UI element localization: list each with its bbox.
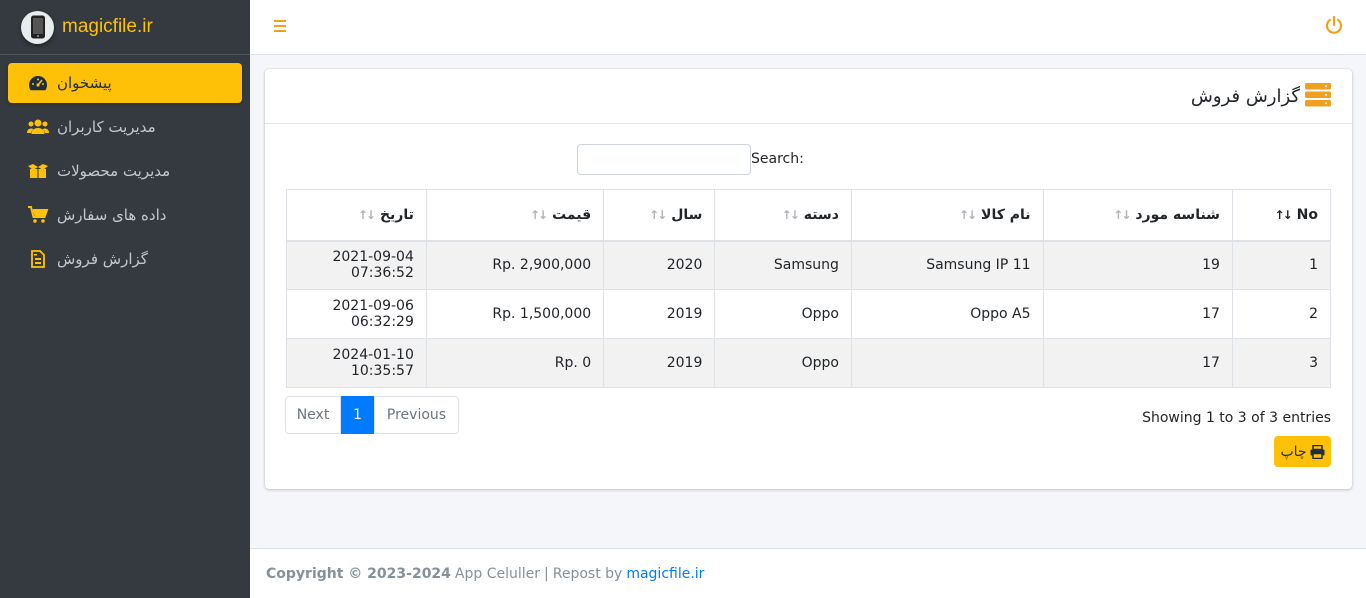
search-input[interactable] <box>577 144 751 175</box>
cell-date: 2024-01-10 10:35:57 <box>286 338 427 388</box>
th-date[interactable]: ↑↓ تاریخ <box>286 189 427 242</box>
header-label: سال <box>671 206 703 223</box>
shopping-cart-icon <box>27 206 49 224</box>
cell-price: Rp. 1,500,000 <box>425 289 605 339</box>
cell-product-name: Oppo A5 <box>850 289 1044 339</box>
header-label: دسته <box>803 206 839 223</box>
next-page-button[interactable]: Next <box>285 396 341 434</box>
power-off-icon[interactable] <box>1324 15 1344 35</box>
sidebar-item-dashboard[interactable]: پیشخوان <box>8 63 242 103</box>
footer-app-name: App Celuller <box>454 565 541 582</box>
cell-year: 2019 <box>603 289 716 339</box>
page-title: گزارش فروش <box>1190 86 1300 107</box>
cell-item-id: 17 <box>1042 338 1233 388</box>
table-row: 2021-09-04 07:36:52 Rp. 2,900,000 2020 S… <box>286 240 1332 290</box>
header-label: No <box>1296 206 1318 223</box>
cell-price: Rp. 2,900,000 <box>425 240 605 290</box>
table-info: Showing 1 to 3 of 3 entries <box>1142 410 1331 426</box>
brand-name: magicfile.ir <box>62 16 153 37</box>
cell-no: 1 <box>1231 240 1332 290</box>
header-label: شناسه مورد <box>1135 206 1220 223</box>
sidebar-item-orders[interactable]: داده های سفارش <box>8 195 242 235</box>
users-icon <box>27 118 49 136</box>
footer-separator: | <box>544 565 549 582</box>
footer-repost: Repost by <box>552 565 623 582</box>
th-item-id[interactable]: ↑↓ شناسه مورد <box>1042 189 1233 242</box>
header-label: تاریخ <box>379 206 414 223</box>
sort-asc-icon: ↑↓ <box>1274 207 1293 222</box>
search-label: Search: <box>751 151 804 167</box>
sidebar-item-products[interactable]: مدیریت محصولات <box>8 151 242 191</box>
table-row: 2021-09-06 06:32:29 Rp. 1,500,000 2019 O… <box>286 289 1332 339</box>
cell-category: Oppo <box>714 289 852 339</box>
sidebar-item-label: گزارش فروش <box>57 250 148 268</box>
cell-category: Oppo <box>714 338 852 388</box>
header-label: نام کالا <box>981 206 1031 223</box>
table-header-row: ↑↓ تاریخ ↑↓ قیمت ↑↓ سال ↑↓ دسته ↑↓ نام کالا ↑… <box>286 189 1332 242</box>
cell-year: 2019 <box>603 338 716 388</box>
footer-copyright: Copyright © 2023-2024 <box>266 565 451 582</box>
cell-item-id: 19 <box>1042 240 1233 290</box>
th-no[interactable]: ↑↓ No <box>1231 189 1332 242</box>
previous-page-button[interactable]: Previous <box>374 396 459 434</box>
pagination: Next 1 Previous <box>285 396 459 434</box>
cell-category: Samsung <box>714 240 852 290</box>
th-price[interactable]: ↑↓ قیمت <box>425 189 605 242</box>
sidebar-item-label: مدیریت کاربران <box>57 118 156 136</box>
sort-icon: ↑↓ <box>357 207 376 222</box>
cell-product-name: Samsung IP 11 <box>850 240 1044 290</box>
cell-no: 3 <box>1231 338 1332 388</box>
file-invoice-icon <box>27 250 49 268</box>
sidebar-nav: پیشخوان مدیریت کاربران مدیریت محصولات دا… <box>0 55 250 279</box>
header-label: قیمت <box>552 206 592 223</box>
cell-year: 2020 <box>603 240 716 290</box>
top-navbar <box>250 0 1366 55</box>
sidebar: magicfile.ir پیشخوان مدیریت کاربران مدیر… <box>0 0 250 598</box>
footer-link[interactable]: magicfile.ir <box>626 566 704 582</box>
print-label: چاپ <box>1280 443 1307 460</box>
sidebar-item-sales-report[interactable]: گزارش فروش <box>8 239 242 279</box>
footer: Copyright © 2023-2024 App Celuller | Rep… <box>250 548 1366 598</box>
sort-icon: ↑↓ <box>529 207 548 222</box>
sort-icon: ↑↓ <box>1113 207 1131 222</box>
cell-date: 2021-09-04 07:36:52 <box>286 240 427 290</box>
print-button[interactable]: چاپ <box>1274 436 1331 467</box>
sidebar-item-users[interactable]: مدیریت کاربران <box>8 107 242 147</box>
cell-price: Rp. 0 <box>425 338 605 388</box>
cell-item-id: 17 <box>1042 289 1233 339</box>
phone-logo-icon <box>21 10 54 44</box>
sidebar-item-label: مدیریت محصولات <box>57 162 171 180</box>
card-header: گزارش فروش <box>265 69 1352 124</box>
sort-icon: ↑↓ <box>958 207 977 222</box>
box-open-icon <box>27 162 49 180</box>
sort-icon: ↑↓ <box>781 207 800 222</box>
th-product-name[interactable]: ↑↓ نام کالا <box>850 189 1044 242</box>
sidebar-item-label: پیشخوان <box>57 74 112 92</box>
cell-date: 2021-09-06 06:32:29 <box>286 289 427 339</box>
cell-no: 2 <box>1231 289 1332 339</box>
sales-report-card: گزارش فروش Search: ↑↓ تاریخ ↑↓ قیمت ↑↓ سال … <box>265 69 1352 489</box>
th-year[interactable]: ↑↓ سال <box>603 189 716 242</box>
server-icon <box>1305 83 1331 107</box>
bars-icon[interactable] <box>272 17 290 35</box>
sort-icon: ↑↓ <box>649 207 667 222</box>
cell-product-name <box>850 338 1044 388</box>
search-group: Search: <box>577 144 804 175</box>
th-category[interactable]: ↑↓ دسته <box>714 189 852 242</box>
page-1-button[interactable]: 1 <box>341 396 374 434</box>
tachometer-icon <box>27 74 49 92</box>
sales-table: ↑↓ تاریخ ↑↓ قیمت ↑↓ سال ↑↓ دسته ↑↓ نام کالا ↑… <box>286 189 1332 388</box>
brand[interactable]: magicfile.ir <box>0 0 250 55</box>
sidebar-item-label: داده های سفارش <box>57 206 167 224</box>
print-icon <box>1310 444 1325 459</box>
table-row: 2024-01-10 10:35:57 Rp. 0 2019 Oppo 17 3 <box>286 338 1332 388</box>
